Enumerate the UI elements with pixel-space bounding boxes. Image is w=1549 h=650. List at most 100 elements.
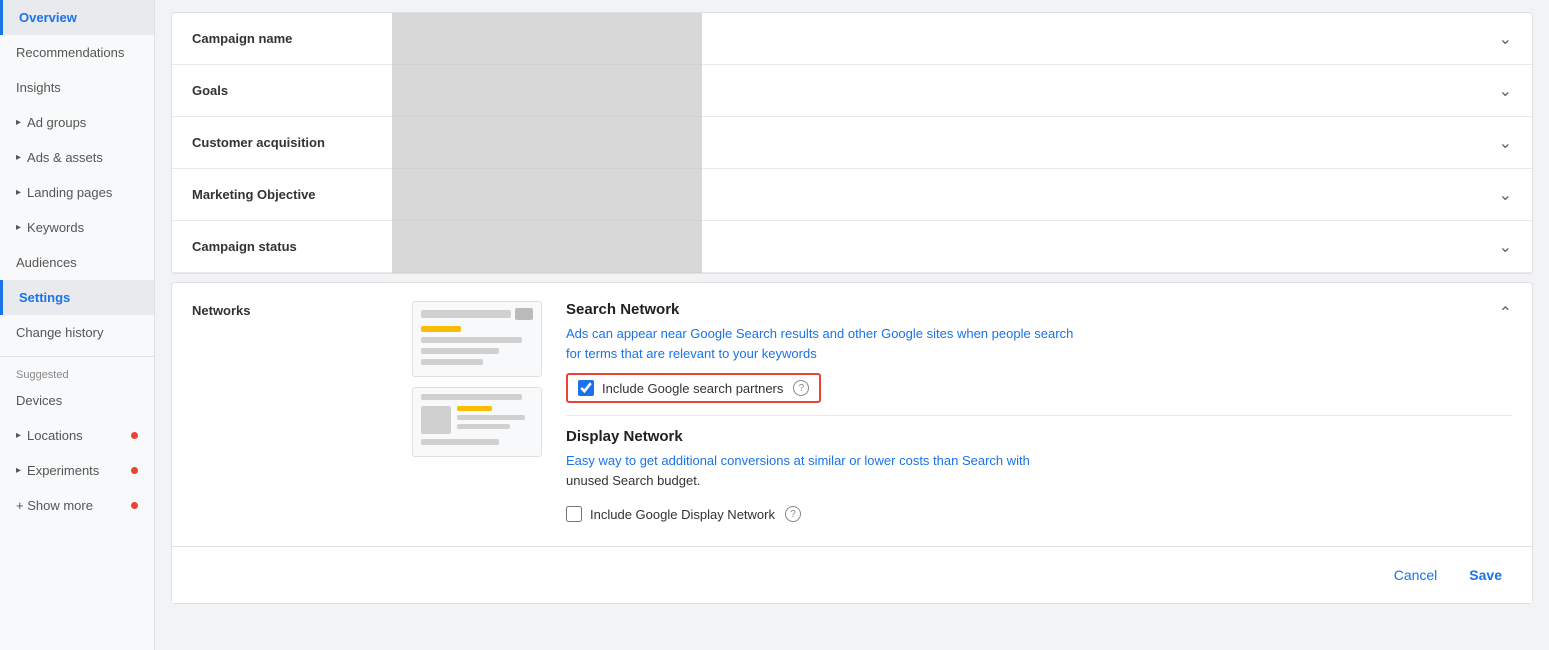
sidebar-item-label: Experiments: [27, 463, 99, 478]
goals-label: Goals: [172, 69, 392, 112]
settings-rows: Campaign name ⌄ Goals ⌄ Customer acquisi…: [172, 13, 1532, 273]
sidebar-item-keywords[interactable]: ▸ Keywords: [0, 210, 154, 245]
sidebar-item-locations[interactable]: ▸ Locations: [0, 418, 154, 453]
goals-value: [392, 77, 1479, 105]
networks-label: Networks: [192, 301, 412, 318]
illus-display-inner: [421, 406, 533, 434]
dot-indicator: [131, 502, 138, 509]
save-button[interactable]: Save: [1459, 561, 1512, 589]
sidebar-item-label: Audiences: [16, 255, 77, 270]
sidebar-item-label: Overview: [19, 10, 77, 25]
chevron-right-icon: ▸: [16, 222, 21, 233]
sidebar-item-ads-assets[interactable]: ▸ Ads & assets: [0, 140, 154, 175]
networks-divider: [566, 415, 1512, 416]
chevron-down-icon[interactable]: ⌄: [1479, 119, 1532, 167]
cancel-button[interactable]: Cancel: [1384, 561, 1448, 589]
illus-medium-line: [421, 348, 499, 354]
sidebar-item-insights[interactable]: Insights: [0, 70, 154, 105]
sidebar-item-label: Keywords: [27, 220, 84, 235]
search-network-desc-blue1: Ads can appear near Google Search result…: [566, 326, 1073, 341]
campaign-settings-card: Campaign name ⌄ Goals ⌄ Customer acquisi…: [171, 12, 1533, 274]
display-network-desc-black: unused Search budget.: [566, 473, 700, 488]
search-partners-help-icon[interactable]: ?: [793, 380, 809, 396]
search-partners-checkbox[interactable]: [578, 380, 594, 396]
sidebar-item-label: Settings: [19, 290, 70, 305]
illus-bottom-line: [421, 439, 499, 445]
illus-display-lines: [457, 406, 533, 434]
chevron-up-icon[interactable]: ⌃: [1499, 303, 1512, 323]
display-network-label: Include Google Display Network: [590, 507, 775, 522]
search-illustration: [412, 301, 542, 377]
sidebar-item-label: Insights: [16, 80, 61, 95]
settings-row-customer-acquisition[interactable]: Customer acquisition ⌄: [172, 117, 1532, 169]
sidebar-item-ad-groups[interactable]: ▸ Ad groups: [0, 105, 154, 140]
chevron-right-icon: ▸: [16, 430, 21, 441]
display-network-desc-blue1: Easy way to get additional conversions a…: [566, 453, 1030, 468]
display-network-checkbox-row[interactable]: Include Google Display Network ?: [566, 500, 1512, 528]
campaign-status-value: [392, 233, 1479, 261]
settings-row-marketing-objective[interactable]: Marketing Objective ⌄: [172, 169, 1532, 221]
marketing-objective-label: Marketing Objective: [172, 173, 392, 216]
sidebar-item-label: Devices: [16, 393, 62, 408]
display-network-title: Display Network: [566, 428, 1512, 445]
display-network-description: Easy way to get additional conversions a…: [566, 451, 1512, 490]
search-network-section: Search Network ⌃ Ads can appear near Goo…: [566, 301, 1512, 403]
networks-illustration: [412, 301, 542, 457]
search-network-title: Search Network: [566, 301, 679, 318]
sidebar-item-label: Ad groups: [27, 115, 86, 130]
customer-acquisition-label: Customer acquisition: [172, 121, 392, 164]
display-network-help-icon[interactable]: ?: [785, 506, 801, 522]
sidebar-item-label: Recommendations: [16, 45, 124, 60]
sidebar-item-settings[interactable]: Settings: [0, 280, 154, 315]
marketing-objective-value: [392, 181, 1479, 209]
illus-long-line: [421, 337, 522, 343]
sidebar-item-audiences[interactable]: Audiences: [0, 245, 154, 280]
search-partners-label: Include Google search partners: [602, 381, 783, 396]
settings-row-campaign-status[interactable]: Campaign status ⌄: [172, 221, 1532, 273]
sidebar-item-overview[interactable]: Overview: [0, 0, 154, 35]
campaign-name-value: [392, 25, 1479, 53]
chevron-down-icon[interactable]: ⌄: [1479, 15, 1532, 63]
card-footer: Cancel Save: [172, 546, 1532, 603]
illus-top-line: [421, 394, 522, 400]
search-network-desc-blue2: for terms that are relevant to your keyw…: [566, 346, 817, 361]
networks-section: Networks: [172, 283, 1532, 546]
sidebar-item-label: Ads & assets: [27, 150, 103, 165]
settings-row-goals[interactable]: Goals ⌄: [172, 65, 1532, 117]
sidebar-item-label: Change history: [16, 325, 103, 340]
sidebar-item-recommendations[interactable]: Recommendations: [0, 35, 154, 70]
illus-thumb: [421, 406, 451, 434]
illus-medium-line2: [457, 424, 510, 429]
sidebar-item-landing-pages[interactable]: ▸ Landing pages: [0, 175, 154, 210]
search-input-illustration: [421, 310, 511, 318]
chevron-right-icon: ▸: [16, 187, 21, 198]
chevron-down-icon[interactable]: ⌄: [1479, 171, 1532, 219]
networks-right: Search Network ⌃ Ads can appear near Goo…: [566, 301, 1512, 528]
sidebar-item-show-more[interactable]: + Show more: [0, 488, 154, 523]
display-illustration: [412, 387, 542, 457]
sidebar-item-label: Locations: [27, 428, 83, 443]
dot-indicator: [131, 467, 138, 474]
illus-short-line: [421, 359, 483, 365]
settings-row-campaign-name[interactable]: Campaign name ⌄: [172, 13, 1532, 65]
search-btn-illustration: [515, 308, 533, 320]
illus-long-line2: [457, 415, 525, 420]
search-network-header: Search Network ⌃: [566, 301, 1512, 324]
illus-yellow-line2: [457, 406, 492, 411]
customer-acquisition-value: [392, 129, 1479, 157]
sidebar: Overview Recommendations Insights ▸ Ad g…: [0, 0, 155, 650]
chevron-down-icon[interactable]: ⌄: [1479, 67, 1532, 115]
sidebar-suggested-label: Suggested: [0, 363, 154, 383]
chevron-right-icon: ▸: [16, 465, 21, 476]
sidebar-item-devices[interactable]: Devices: [0, 383, 154, 418]
sidebar-item-experiments[interactable]: ▸ Experiments: [0, 453, 154, 488]
main-content: Campaign name ⌄ Goals ⌄ Customer acquisi…: [155, 0, 1549, 650]
networks-card: Networks: [171, 282, 1533, 604]
display-network-checkbox[interactable]: [566, 506, 582, 522]
chevron-down-icon[interactable]: ⌄: [1479, 223, 1532, 271]
sidebar-item-change-history[interactable]: Change history: [0, 315, 154, 350]
search-partners-checkbox-row[interactable]: Include Google search partners ?: [566, 373, 821, 403]
search-bar-illustration: [421, 308, 533, 320]
blurred-settings: Campaign name ⌄ Goals ⌄ Customer acquisi…: [172, 13, 1532, 273]
illus-yellow-line: [421, 326, 461, 332]
